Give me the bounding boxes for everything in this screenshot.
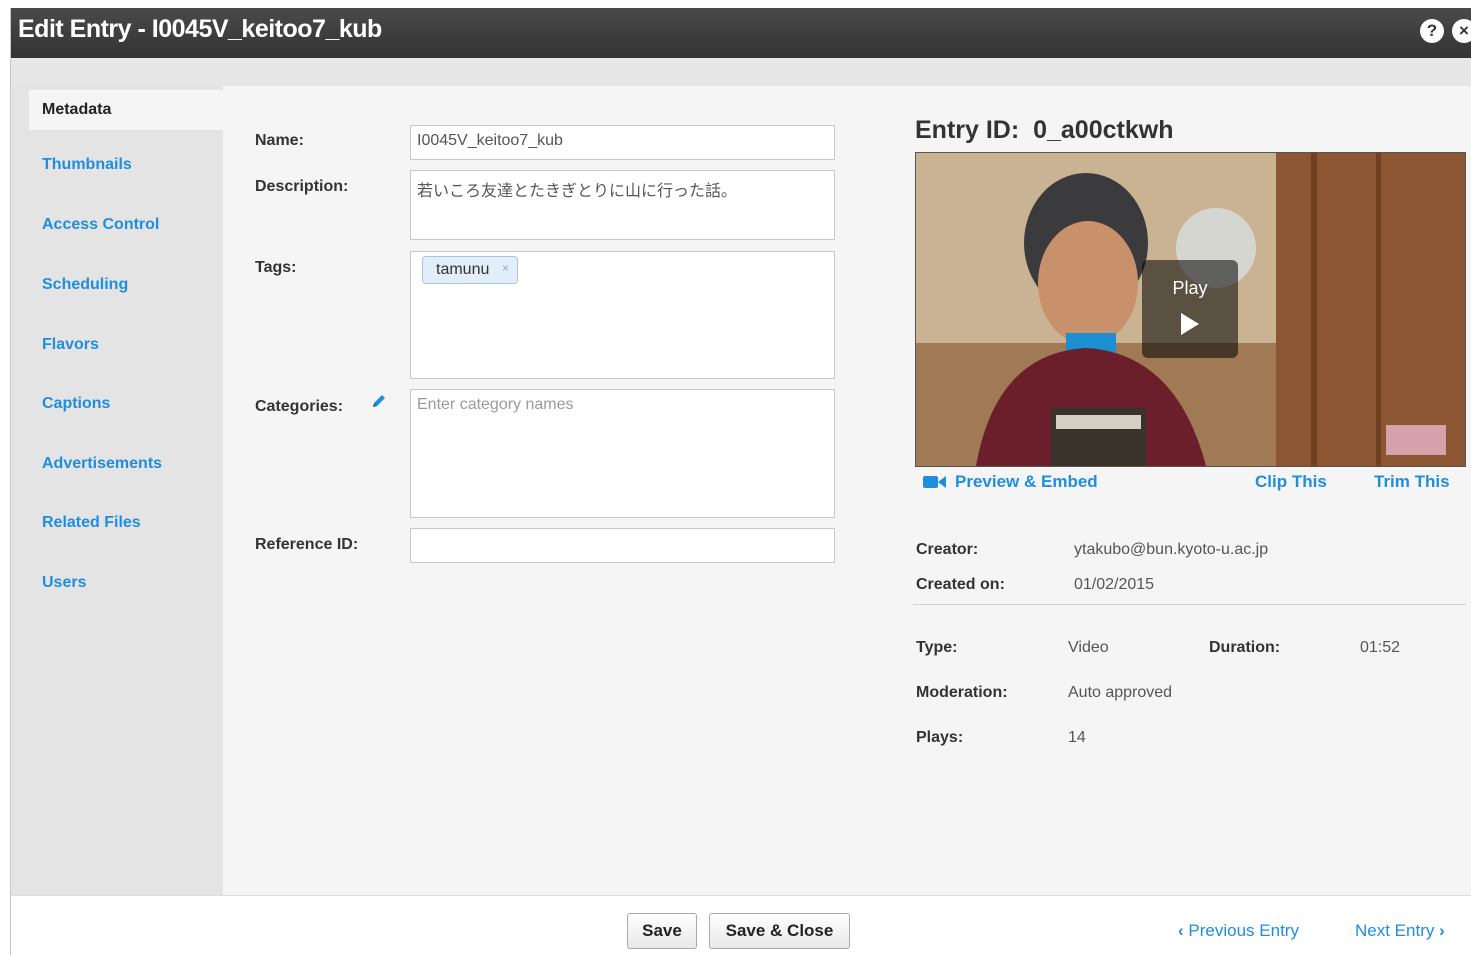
type-label: Type: xyxy=(916,639,958,656)
trim-this-link[interactable]: Trim This xyxy=(1374,472,1450,492)
tab-advertisements[interactable]: Advertisements xyxy=(42,455,162,473)
name-label: Name: xyxy=(255,132,304,149)
sidebar: Metadata Thumbnails Access Control Sched… xyxy=(11,86,223,895)
tab-metadata-label: Metadata xyxy=(42,101,112,118)
tags-label: Tags: xyxy=(255,259,297,276)
play-icon xyxy=(1181,313,1199,335)
name-input[interactable]: I0045V_keitoo7_kub xyxy=(410,125,835,160)
play-label: Play xyxy=(1172,278,1208,298)
description-textarea[interactable]: 若いころ友達とたきぎとりに山に行った話。 xyxy=(410,170,835,240)
tab-scheduling[interactable]: Scheduling xyxy=(42,276,128,294)
name-value: I0045V_keitoo7_kub xyxy=(417,132,563,149)
moderation-label: Moderation: xyxy=(916,684,1008,701)
clip-this-link[interactable]: Clip This xyxy=(1255,472,1327,492)
save-button[interactable]: Save xyxy=(627,913,697,949)
tab-related-files[interactable]: Related Files xyxy=(42,514,141,532)
created-on-label: Created on: xyxy=(916,576,1005,593)
categories-placeholder: Enter category names xyxy=(417,396,574,413)
divider xyxy=(913,604,1466,605)
plays-label: Plays: xyxy=(916,729,964,746)
tag-label: tamunu xyxy=(436,261,490,278)
next-entry-link[interactable]: Next Entry › xyxy=(1355,921,1445,941)
next-entry-label: Next Entry xyxy=(1355,921,1435,940)
save-close-button[interactable]: Save & Close xyxy=(709,913,850,949)
duration-label: Duration: xyxy=(1209,639,1281,656)
title-bar: Edit Entry - I0045V_keitoo7_kub ? × xyxy=(11,8,1471,58)
header-strip xyxy=(11,58,1471,86)
entry-id-label: Entry ID: xyxy=(915,116,1020,144)
moderation-value: Auto approved xyxy=(1068,684,1173,701)
categories-label: Categories: xyxy=(255,398,344,415)
reference-id-input[interactable] xyxy=(410,528,835,563)
entry-id-value: 0_a00ctkwh xyxy=(1033,116,1174,144)
categories-input[interactable]: Enter category names xyxy=(410,389,835,518)
created-on-value: 01/02/2015 xyxy=(1074,576,1155,593)
chevron-right-icon: › xyxy=(1439,921,1445,940)
entry-id: Entry ID: 0_a00ctkwh xyxy=(915,116,1173,145)
tag-chip: tamunu × xyxy=(422,256,518,284)
footer: Save Save & Close ‹ Previous Entry Next … xyxy=(11,895,1471,956)
tab-thumbnails[interactable]: Thumbnails xyxy=(42,156,132,174)
creator-label: Creator: xyxy=(916,541,979,558)
creator-value: ytakubo@bun.kyoto-u.ac.jp xyxy=(1074,541,1269,558)
duration-value: 01:52 xyxy=(1360,639,1401,656)
previous-entry-label: Previous Entry xyxy=(1188,921,1299,940)
description-label: Description: xyxy=(255,178,349,195)
video-camera-icon xyxy=(923,474,947,495)
preview-embed-link[interactable]: Preview & Embed xyxy=(955,472,1098,492)
type-value: Video xyxy=(1068,639,1109,656)
close-icon[interactable]: × xyxy=(1452,19,1471,43)
chevron-left-icon: ‹ xyxy=(1178,921,1184,940)
plays-value: 14 xyxy=(1068,729,1086,746)
tags-input[interactable]: tamunu × xyxy=(410,251,835,379)
remove-tag-icon[interactable]: × xyxy=(502,255,509,281)
tab-flavors[interactable]: Flavors xyxy=(42,336,99,354)
play-button[interactable]: Play xyxy=(1142,260,1238,358)
video-player[interactable]: Play xyxy=(915,152,1466,467)
edit-entry-dialog: Edit Entry - I0045V_keitoo7_kub ? × Meta… xyxy=(10,8,1471,956)
tab-captions[interactable]: Captions xyxy=(42,395,110,413)
edit-categories-icon[interactable] xyxy=(370,392,388,415)
tab-users[interactable]: Users xyxy=(42,574,86,592)
previous-entry-link[interactable]: ‹ Previous Entry xyxy=(1178,921,1299,941)
tab-access-control[interactable]: Access Control xyxy=(42,216,159,234)
reference-id-label: Reference ID: xyxy=(255,536,359,553)
dialog-title: Edit Entry - I0045V_keitoo7_kub xyxy=(18,15,382,43)
help-icon[interactable]: ? xyxy=(1420,19,1444,43)
description-value: 若いころ友達とたきぎとりに山に行った話。 xyxy=(417,183,738,200)
tab-metadata[interactable]: Metadata xyxy=(29,90,223,130)
